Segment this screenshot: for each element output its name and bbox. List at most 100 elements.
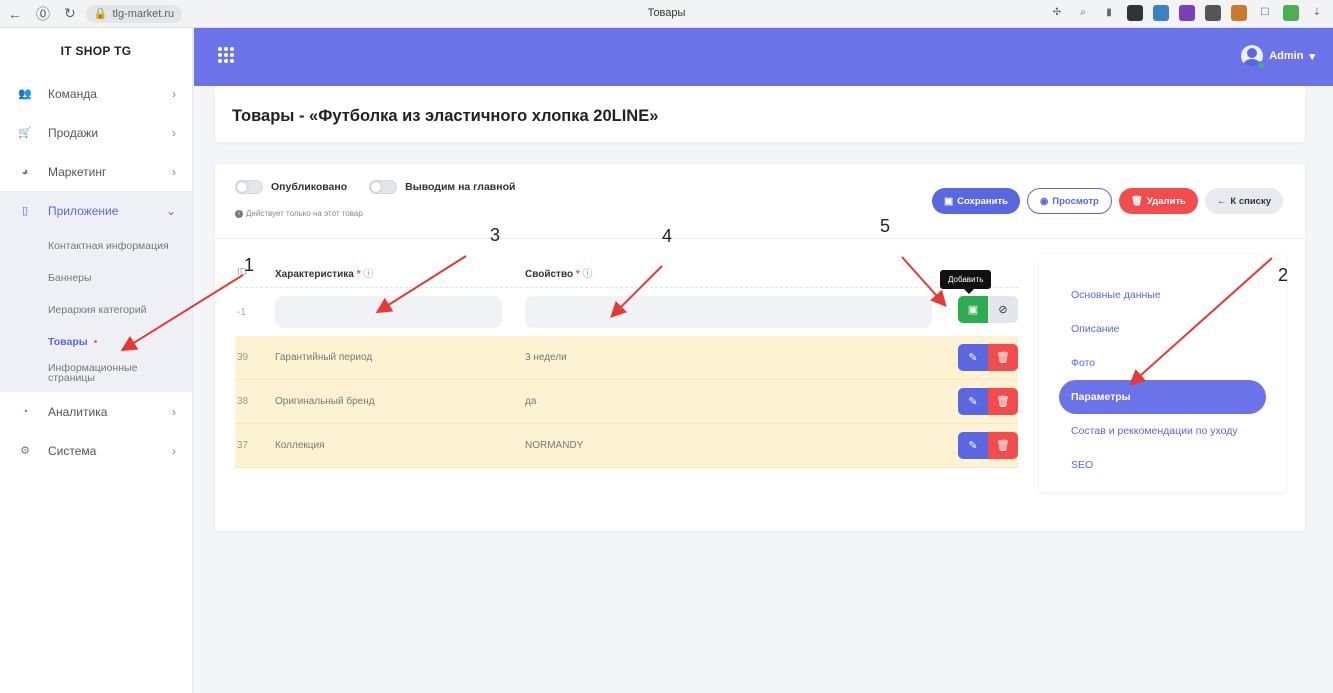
- eye-icon: ◉: [1039, 195, 1049, 207]
- row-characteristic: Гарантийный период: [275, 352, 373, 363]
- delete-row-button[interactable]: 🗑: [988, 344, 1018, 371]
- extension-icon[interactable]: ☐: [1257, 5, 1273, 21]
- tab-photo[interactable]: Фото: [1059, 346, 1266, 380]
- apps-grid-icon[interactable]: [218, 47, 234, 63]
- sidebar-subitem-info-pages[interactable]: Информационные страницы: [0, 358, 192, 388]
- column-header-label: Свойство: [525, 269, 574, 280]
- extension-icon[interactable]: [1231, 5, 1247, 21]
- annotation-number-3: 3: [490, 225, 501, 245]
- row-id: 38: [237, 396, 249, 407]
- tab-composition[interactable]: Состав и реккомендации по уходу: [1059, 414, 1266, 448]
- user-menu[interactable]: Admin ▾: [1241, 45, 1315, 70]
- download-icon[interactable]: ⇣: [1309, 5, 1325, 21]
- add-tooltip: Добавить: [940, 270, 992, 294]
- characteristic-input[interactable]: [275, 296, 502, 328]
- bookmark-icon[interactable]: ▮: [1101, 5, 1117, 21]
- delete-row-button[interactable]: 🗑: [988, 432, 1018, 459]
- view-label: Просмотр: [1052, 195, 1099, 207]
- sidebar-item-app[interactable]: ▯ Приложение ⌄: [0, 191, 192, 230]
- column-header-property: Свойство * ⓘ: [525, 265, 955, 280]
- edit-row-button[interactable]: ✎: [958, 388, 988, 415]
- edit-row-button[interactable]: ✎: [958, 344, 988, 371]
- tab-parameters[interactable]: Параметры: [1059, 380, 1266, 414]
- chart-icon: ◔: [21, 405, 29, 418]
- sidebar-subnav: Контактная информация Баннеры Иерархия к…: [0, 230, 192, 392]
- tab-main-data[interactable]: Основные данные: [1059, 278, 1266, 312]
- brand-logo[interactable]: IT SHOP TG: [0, 28, 192, 74]
- delete-row-button[interactable]: 🗑: [988, 388, 1018, 415]
- lock-icon: 🔒: [93, 8, 108, 20]
- extension-icon[interactable]: [1153, 5, 1169, 21]
- save-icon: ▣: [967, 304, 979, 316]
- page-title: Товары - «Футболка из эластичного хлопка…: [232, 107, 659, 125]
- sidebar-item-analytics[interactable]: ◔ Аналитика ›: [0, 392, 192, 431]
- page-header: Товары - «Футболка из эластичного хлопка…: [215, 86, 1305, 142]
- sidebar-subitem-label: Товары: [48, 336, 88, 348]
- chevron-right-icon: ›: [172, 404, 176, 419]
- sidebar-item-sales[interactable]: 🛒 Продажи ›: [0, 113, 192, 152]
- sidebar-item-system[interactable]: ⚙ Система ›: [0, 431, 192, 470]
- required-mark: *: [575, 269, 580, 280]
- row-characteristic: Коллекция: [275, 440, 325, 451]
- arrow-left-icon: ←: [1216, 195, 1227, 207]
- delete-label: Удалить: [1146, 195, 1186, 207]
- tab-description[interactable]: Описание: [1059, 312, 1266, 346]
- published-toggle[interactable]: Опубликовано: [235, 180, 347, 194]
- table-row: 37 Коллекция NORMANDY ✎ 🗑: [235, 424, 1018, 468]
- chevron-right-icon: ›: [172, 443, 176, 458]
- back-icon[interactable]: ←: [8, 6, 22, 22]
- zoom-icon[interactable]: ⌕: [1075, 5, 1091, 21]
- extension-icon[interactable]: [1127, 5, 1143, 21]
- on-main-toggle[interactable]: Выводим на главной: [369, 180, 515, 194]
- user-name: Admin: [1269, 50, 1304, 62]
- edit-row-button[interactable]: ✎: [958, 432, 988, 459]
- chevron-right-icon: ›: [172, 164, 176, 179]
- cancel-row-button[interactable]: ⊘: [988, 296, 1018, 323]
- browser-toolbar: ← ⓪ ↻ 🔒 tlg-market.ru Товары ✣ ⌕ ▮ ☐ ⇣: [0, 0, 1333, 28]
- row-characteristic: Оригинальный бренд: [275, 396, 375, 407]
- table-header: ID Характеристика * ⓘ Свойство * ⓘ: [235, 258, 1018, 288]
- published-switch[interactable]: [235, 180, 263, 194]
- sidebar-item-label: Система: [48, 443, 97, 458]
- extension-icon[interactable]: [1179, 5, 1195, 21]
- toggle-hint: i Действует только на этот товар: [235, 209, 363, 218]
- on-main-switch[interactable]: [369, 180, 398, 194]
- sidebar-subitem-contacts[interactable]: Контактная информация: [0, 230, 192, 262]
- table-row: 39 Гарантийный период 3 недели ✎ 🗑: [235, 336, 1018, 380]
- save-label: Сохранить: [957, 195, 1008, 207]
- help-icon[interactable]: ⓘ: [363, 269, 373, 280]
- row-property: да: [525, 396, 537, 407]
- sidebar-subitem-categories[interactable]: Иерархия категорий: [0, 294, 192, 326]
- reload-icon[interactable]: ↻: [64, 5, 76, 22]
- sidebar-item-team[interactable]: 👥 Команда ›: [0, 74, 192, 113]
- sidebar-subitem-banners[interactable]: Баннеры: [0, 262, 192, 294]
- add-row-button[interactable]: ▣: [958, 296, 988, 323]
- pencil-icon: ✎: [968, 440, 978, 452]
- shield-icon[interactable]: ⓪: [36, 4, 50, 24]
- caret-down-icon: ▾: [1309, 50, 1315, 63]
- extension-icon[interactable]: [1283, 5, 1299, 21]
- pencil-icon: ✎: [968, 396, 978, 408]
- view-button[interactable]: ◉ Просмотр: [1026, 188, 1112, 214]
- extension-icon[interactable]: [1205, 5, 1221, 21]
- pencil-icon: ✎: [968, 352, 978, 364]
- hint-text: Действует только на этот товар: [246, 209, 363, 218]
- sidebar-item-label: Приложение: [48, 203, 119, 218]
- trash-icon: 🗑: [996, 440, 1010, 452]
- save-button[interactable]: ▣ Сохранить: [932, 188, 1020, 214]
- translate-icon[interactable]: ✣: [1049, 5, 1065, 21]
- delete-button[interactable]: 🗑 Удалить: [1118, 188, 1198, 214]
- sidebar-item-label: Продажи: [48, 125, 99, 140]
- back-to-list-button[interactable]: ← К списку: [1204, 188, 1283, 214]
- address-bar[interactable]: 🔒 tlg-market.ru: [85, 4, 183, 23]
- chevron-down-icon: ⌄: [165, 203, 176, 218]
- sidebar-subitem-products[interactable]: Товары •: [0, 326, 192, 358]
- annotation-number-4: 4: [662, 226, 673, 246]
- tab-seo[interactable]: SEO: [1059, 448, 1266, 482]
- help-icon[interactable]: ⓘ: [583, 269, 593, 280]
- property-input[interactable]: [525, 296, 932, 328]
- column-header-label: Характеристика: [275, 269, 354, 280]
- save-icon: ▣: [944, 195, 954, 207]
- required-mark: *: [356, 269, 361, 280]
- sidebar-item-marketing[interactable]: ◕ Маркетинг ›: [0, 152, 192, 191]
